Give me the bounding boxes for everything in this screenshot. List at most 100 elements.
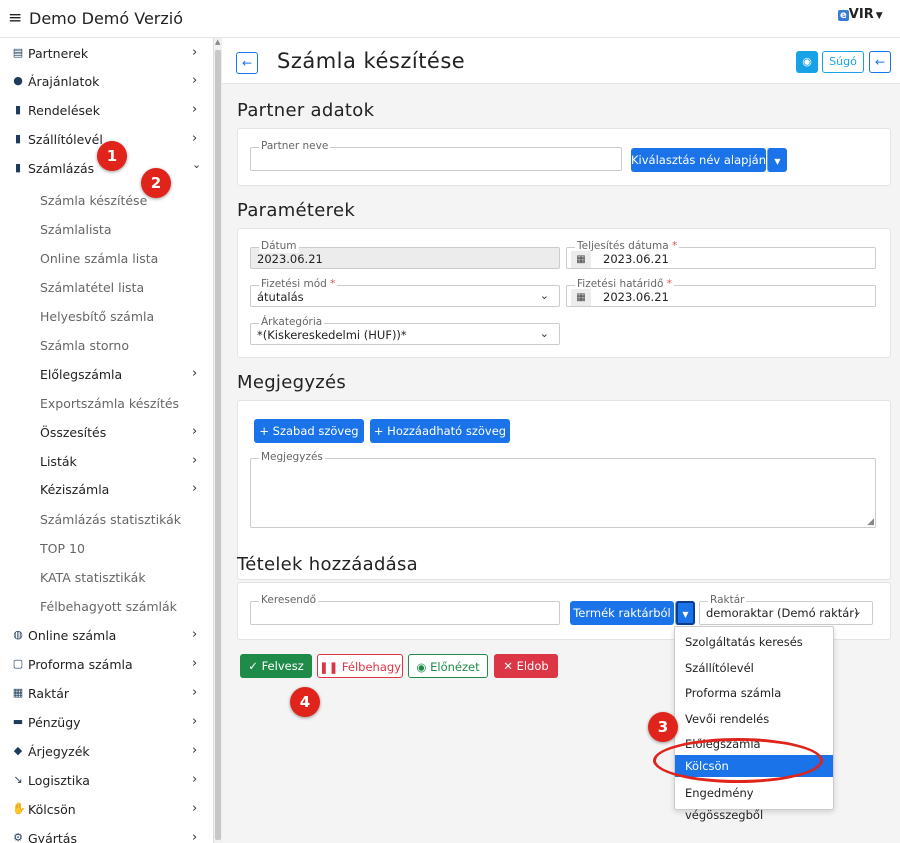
calendar-icon[interactable]: ▦ xyxy=(571,251,591,268)
chevron-right-icon: › xyxy=(192,714,198,729)
back-button[interactable]: ← xyxy=(236,52,258,74)
sidebar-item-partnerek[interactable]: ▤ Partnerek › xyxy=(0,40,212,68)
sidebar-subitem-online-szamla-lista[interactable]: Online számla lista xyxy=(0,245,212,273)
notes-card: + Szabad szöveg + Hozzáadható szöveg Meg… xyxy=(237,400,891,580)
sidebar-subitem-exportszamla[interactable]: Exportszámla készítés xyxy=(0,390,212,418)
chevron-right-icon: › xyxy=(192,685,198,700)
stock-dropdown-toggle[interactable]: ▼ xyxy=(675,601,695,625)
chat-button[interactable]: ◉ xyxy=(796,51,818,73)
cogs-icon: ⚙ xyxy=(13,831,23,843)
menu-icon[interactable]: ≡ xyxy=(8,8,22,28)
chevron-right-icon: › xyxy=(192,772,198,787)
app-title: Demo Demó Verzió xyxy=(29,9,184,28)
sidebar-item-kolcson[interactable]: ✋ Kölcsön › xyxy=(0,796,212,824)
scrollbar-thumb[interactable] xyxy=(215,50,221,840)
sidebar-subitem-elolegszamla[interactable]: Előlegszámla › xyxy=(0,361,212,389)
menu-item-proforma[interactable]: Proforma számla xyxy=(675,682,833,704)
sidebar-item-gyartas[interactable]: ⚙ Gyártás › xyxy=(0,825,212,843)
step-badge-1: 1 xyxy=(97,141,127,171)
step-badge-4: 4 xyxy=(290,687,320,717)
invoice-icon: ▮ xyxy=(14,161,22,174)
sidebar-scrollbar[interactable]: ▲ xyxy=(213,38,221,843)
free-text-button[interactable]: + Szabad szöveg xyxy=(254,419,364,443)
chevron-right-icon: › xyxy=(192,424,198,439)
calendar-icon[interactable]: ▦ xyxy=(571,289,591,306)
plus-icon: + xyxy=(259,424,270,438)
chevron-right-icon: › xyxy=(192,830,198,843)
globe-icon: ◍ xyxy=(13,628,23,641)
warehouse-select[interactable]: Raktár demoraktar (Demó raktár) ⌄ xyxy=(699,594,873,625)
chevron-down-icon: ⌄ xyxy=(852,605,862,618)
scroll-up-icon[interactable]: ▲ xyxy=(215,38,220,46)
pause-button[interactable]: ❚❚ Félbehagy xyxy=(317,654,403,678)
sidebar-subitem-kata-statisztikak[interactable]: KATA statisztikák xyxy=(0,564,212,592)
chevron-right-icon: › xyxy=(192,102,198,117)
sidebar-subitem-listak[interactable]: Listák › xyxy=(0,448,212,476)
help-button[interactable]: Súgó xyxy=(822,51,864,73)
menu-item-delivery-note[interactable]: Szállítólevél xyxy=(675,657,833,679)
chevron-down-icon: ⌄ xyxy=(192,158,202,171)
payment-deadline-field[interactable]: Fizetési határidő * ▦ 2023.06.21 xyxy=(566,278,876,307)
document-icon: ▮ xyxy=(14,103,22,116)
partner-name-field[interactable]: Partner neve xyxy=(250,140,622,171)
price-category-select[interactable]: Árkategória *(Kiskereskedelmi (HUF))* ⌄ xyxy=(250,316,560,345)
highlight-ring xyxy=(653,738,823,783)
sidebar-item-online-szamla[interactable]: ◍ Online számla › xyxy=(0,622,212,650)
sidebar-subitem-keziszamla[interactable]: Kéziszámla › xyxy=(0,476,212,504)
tags-icon: ◆ xyxy=(13,744,23,757)
caret-down-icon: ▼ xyxy=(774,157,781,166)
search-input[interactable]: Keresendő xyxy=(250,594,560,625)
sidebar-subitem-szamlazas-statisztikak[interactable]: Számlázás statisztikák xyxy=(0,506,212,534)
select-dropdown-toggle[interactable]: ▼ xyxy=(767,148,787,172)
sidebar-item-logisztika[interactable]: ↘ Logisztika › xyxy=(0,767,212,795)
sidebar-item-arjegyzek[interactable]: ◆ Árjegyzék › xyxy=(0,738,212,766)
performance-date-field[interactable]: Teljesítés dátuma * ▦ 2023.06.21 xyxy=(566,240,876,269)
check-icon: ✓ xyxy=(248,659,258,673)
payment-method-select[interactable]: Fizetési mód * átutalás ⌄ xyxy=(250,278,560,307)
chevron-down-icon: ⌄ xyxy=(539,327,549,340)
partner-card: Partner neve Kiválasztás név alapján ▼ xyxy=(237,128,891,186)
sidebar-subitem-top10[interactable]: TOP 10 xyxy=(0,535,212,563)
hand-holding-icon: ✋ xyxy=(12,802,26,815)
sidebar-subitem-szamlalista[interactable]: Számlalista xyxy=(0,216,212,244)
sidebar-subitem-osszesites[interactable]: Összesítés › xyxy=(0,419,212,447)
sidebar-item-raktar[interactable]: ▦ Raktár › xyxy=(0,680,212,708)
plus-icon: + xyxy=(373,424,384,438)
notes-textarea[interactable]: Megjegyzés ◢ xyxy=(250,451,876,528)
resize-handle-icon[interactable]: ◢ xyxy=(867,517,874,527)
product-from-stock-button[interactable]: Termék raktárból xyxy=(570,601,674,625)
preview-button[interactable]: ◉ Előnézet xyxy=(408,654,488,678)
chevron-right-icon: › xyxy=(192,656,198,671)
chat-icon: ◉ xyxy=(802,55,812,68)
params-card: Dátum 2023.06.21 Teljesítés dátuma * ▦ 2… xyxy=(237,228,891,358)
sidebar-item-rendelesek[interactable]: ▮ Rendelések › xyxy=(0,97,212,125)
square-outline-icon: ▢ xyxy=(12,657,24,670)
close-icon: ✕ xyxy=(503,659,513,673)
sidebar-item-proforma[interactable]: ▢ Proforma számla › xyxy=(0,651,212,679)
sidebar-item-arajanlatok[interactable]: ● Árajánlatok › xyxy=(0,68,212,96)
sidebar-item-penzugy[interactable]: ▬ Pénzügy › xyxy=(0,709,212,737)
menu-item-discount[interactable]: Engedmény végösszegből xyxy=(675,782,833,822)
step-badge-2: 2 xyxy=(141,168,171,198)
sidebar-subitem-helyesbito-szamla[interactable]: Helyesbítő számla xyxy=(0,303,212,331)
sidebar-subitem-felbehagyott[interactable]: Félbehagyott számlák xyxy=(0,593,212,621)
date-field: Dátum 2023.06.21 xyxy=(250,240,560,269)
sidebar-subitem-szamla-storno[interactable]: Számla storno xyxy=(0,332,212,360)
sidebar-subitem-szamlatetel-lista[interactable]: Számlatétel lista xyxy=(0,274,212,302)
addable-text-button[interactable]: + Hozzáadható szöveg xyxy=(370,419,510,443)
menu-item-customer-order[interactable]: Vevői rendelés xyxy=(675,708,833,730)
chevron-right-icon: › xyxy=(192,481,198,496)
select-by-name-button[interactable]: Kiválasztás név alapján xyxy=(631,148,766,172)
section-title-notes: Megjegyzés xyxy=(237,372,347,393)
contact-book-icon: ▤ xyxy=(12,46,24,59)
back-nav-button[interactable]: ← xyxy=(869,51,891,73)
add-button[interactable]: ✓ Felvesz xyxy=(240,654,312,678)
clipboard-icon: ▮ xyxy=(14,132,22,145)
sidebar-subitem-szamla-keszitese[interactable]: Számla készítése xyxy=(0,187,212,215)
section-title-params: Paraméterek xyxy=(237,200,356,221)
caret-down-icon: ▼ xyxy=(682,610,689,619)
menu-item-service-search[interactable]: Szolgáltatás keresés xyxy=(675,631,833,653)
brand-logo[interactable]: e VIR ▼ xyxy=(838,7,883,22)
discard-button[interactable]: ✕ Eldob xyxy=(494,654,558,678)
eye-icon: ◉ xyxy=(416,660,427,674)
